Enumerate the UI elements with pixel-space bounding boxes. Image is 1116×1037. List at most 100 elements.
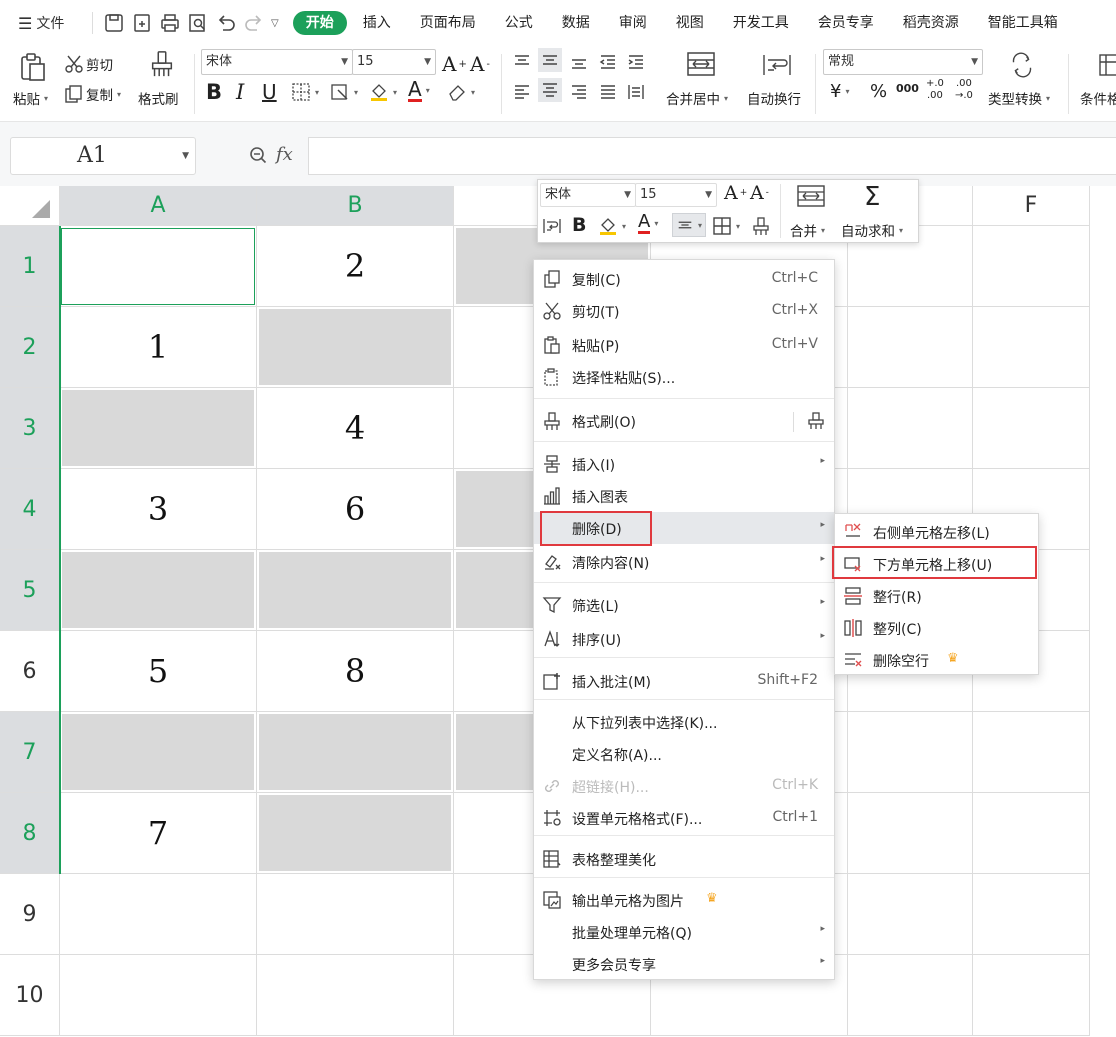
cell-F2[interactable]	[973, 307, 1090, 388]
cell-A10[interactable]	[60, 955, 257, 1036]
mini-font-size-select[interactable]: 15 ▼	[635, 183, 717, 207]
cell-E8[interactable]	[848, 793, 973, 874]
format-painter-icon[interactable]	[148, 50, 176, 78]
cell-B10[interactable]	[257, 955, 454, 1036]
tab-3[interactable]: 公式	[492, 11, 546, 35]
cell-E2[interactable]	[848, 307, 973, 388]
select-all-corner[interactable]	[0, 186, 60, 226]
tab-2[interactable]: 页面布局	[407, 11, 489, 35]
merge-center-icon[interactable]	[686, 50, 716, 78]
autosum-icon[interactable]: Σ	[864, 182, 880, 212]
cell-B4[interactable]: 6	[257, 469, 454, 550]
cut-button[interactable]: 剪切	[64, 54, 113, 74]
column-header-A[interactable]: A	[60, 186, 257, 226]
tab-4[interactable]: 数据	[549, 11, 603, 35]
menu-item-insert[interactable]: 插入(I) ▸	[534, 448, 834, 480]
file-menu[interactable]: ☰ 文件	[0, 13, 80, 33]
cell-E3[interactable]	[848, 388, 973, 469]
column-header-F[interactable]: F	[973, 186, 1090, 226]
format-painter-button[interactable]: 格式刷	[138, 88, 179, 108]
conditional-format-icon[interactable]	[1098, 52, 1116, 78]
cell-A7[interactable]	[60, 712, 257, 793]
menu-item-insert-comment[interactable]: 插入批注(M) Shift+F2	[534, 665, 834, 697]
conditional-format-button[interactable]: 条件格	[1080, 88, 1116, 108]
menu-item-more-member[interactable]: 更多会员专享 ▸	[534, 948, 834, 980]
align-right-icon[interactable]	[569, 82, 589, 102]
menu-item-batch-process[interactable]: 批量处理单元格(Q) ▸	[534, 916, 834, 948]
cell-F3[interactable]	[973, 388, 1090, 469]
mini-borders-icon[interactable]: ▾	[712, 216, 740, 236]
cell-B9[interactable]	[257, 874, 454, 955]
menu-item-delete[interactable]: 删除(D) ▸	[534, 512, 834, 544]
decrease-decimal-icon[interactable]: .00 →.0	[955, 79, 973, 101]
tab-9[interactable]: 稻壳资源	[890, 11, 972, 35]
mini-font-name-select[interactable]: 宋体 ▼	[540, 183, 636, 207]
tab-7[interactable]: 开发工具	[720, 11, 802, 35]
cell-A9[interactable]	[60, 874, 257, 955]
number-format-select[interactable]: 常规 ▼	[823, 49, 983, 75]
font-size-select[interactable]: 15 ▼	[352, 49, 436, 75]
mini-wrap-icon[interactable]	[542, 216, 562, 236]
increase-font-icon[interactable]: A +	[442, 52, 467, 76]
mini-increase-font-icon[interactable]: A +	[724, 182, 747, 204]
menu-item-pick-from-list[interactable]: 从下拉列表中选择(K)...	[534, 706, 834, 738]
fill-pattern-icon[interactable]: ▾	[330, 82, 358, 102]
borders-icon[interactable]: ▾	[291, 82, 319, 102]
row-header-3[interactable]: 3	[0, 388, 60, 469]
cell-B5[interactable]	[257, 550, 454, 631]
row-header-2[interactable]: 2	[0, 307, 60, 388]
menu-item-export-as-image[interactable]: 输出单元格为图片 ♛	[534, 884, 834, 916]
row-header-10[interactable]: 10	[0, 955, 60, 1036]
tab-5[interactable]: 审阅	[606, 11, 660, 35]
type-convert-icon[interactable]	[1008, 52, 1036, 78]
cell-B3[interactable]: 4	[257, 388, 454, 469]
row-header-6[interactable]: 6	[0, 631, 60, 712]
menu-item-clear-contents[interactable]: 清除内容(N) ▸	[534, 546, 834, 578]
cell-E10[interactable]	[848, 955, 973, 1036]
cell-A1[interactable]	[60, 226, 257, 307]
fill-color-icon[interactable]: ▾	[369, 82, 397, 102]
cell-A3[interactable]	[60, 388, 257, 469]
menu-item-cut[interactable]: 剪切(T) Ctrl+X	[534, 295, 834, 327]
cell-F10[interactable]	[973, 955, 1090, 1036]
row-header-5[interactable]: 5	[0, 550, 60, 631]
underline-icon[interactable]: U	[262, 80, 277, 104]
mini-merge-button[interactable]: 合并 ▾	[790, 220, 825, 240]
cell-A5[interactable]	[60, 550, 257, 631]
row-header-9[interactable]: 9	[0, 874, 60, 955]
row-header-1[interactable]: 1	[0, 226, 60, 307]
paste-icon[interactable]	[16, 52, 48, 84]
menu-item-table-beautify[interactable]: 表格整理美化	[534, 843, 834, 875]
distribute-icon[interactable]	[626, 82, 646, 102]
submenu-item-shift-cells-up[interactable]: 下方单元格上移(U)	[835, 548, 1038, 580]
zoom-icon[interactable]	[248, 145, 268, 165]
mini-fill-color-icon[interactable]: ▾	[598, 216, 626, 236]
thousands-icon[interactable]: 000	[896, 82, 919, 95]
type-convert-button[interactable]: 类型转换 ▾	[988, 88, 1050, 108]
cell-E7[interactable]	[848, 712, 973, 793]
currency-icon[interactable]: ¥ ▾	[830, 81, 849, 102]
mini-merge-icon[interactable]	[796, 184, 826, 208]
print-icon[interactable]	[159, 12, 181, 34]
row-header-4[interactable]: 4	[0, 469, 60, 550]
italic-icon[interactable]: I	[236, 80, 244, 104]
menu-item-copy[interactable]: 复制(C) Ctrl+C	[534, 263, 834, 295]
bold-icon[interactable]: B	[206, 80, 222, 104]
submenu-item-delete-empty-rows[interactable]: 删除空行 ♛	[835, 644, 1038, 676]
menu-item-filter[interactable]: 筛选(L) ▸	[534, 589, 834, 621]
cell-B1[interactable]: 2	[257, 226, 454, 307]
menu-item-format-cells[interactable]: 设置单元格格式(F)... Ctrl+1	[534, 802, 834, 834]
cell-A6[interactable]: 5	[60, 631, 257, 712]
decrease-indent-icon[interactable]	[598, 52, 618, 72]
align-middle-icon[interactable]	[538, 48, 562, 72]
tab-0[interactable]: 开始	[292, 11, 347, 35]
font-name-select[interactable]: 宋体 ▼	[201, 49, 353, 75]
row-header-7[interactable]: 7	[0, 712, 60, 793]
mini-font-color-icon[interactable]: A ▾	[638, 213, 658, 234]
menu-item-define-name[interactable]: 定义名称(A)...	[534, 738, 834, 770]
cell-B8[interactable]	[257, 793, 454, 874]
pin-format-painter-icon[interactable]	[806, 411, 826, 431]
tab-6[interactable]: 视图	[663, 11, 717, 35]
wrap-text-icon[interactable]	[762, 52, 792, 78]
mini-autosum-button[interactable]: 自动求和 ▾	[841, 220, 903, 240]
